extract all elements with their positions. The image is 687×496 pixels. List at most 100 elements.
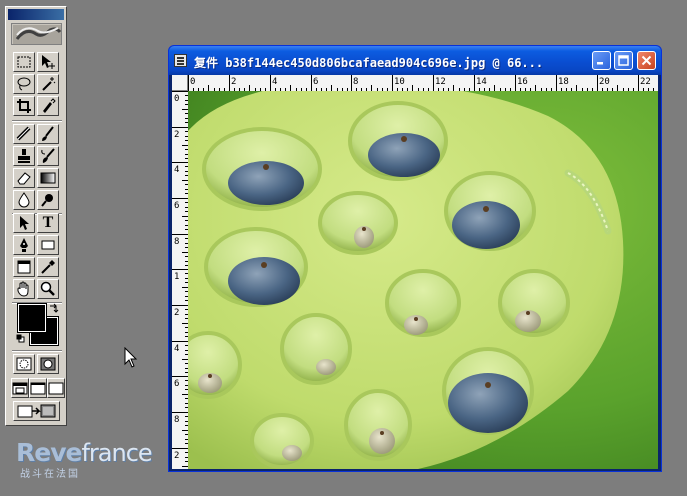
lasso-tool[interactable] bbox=[13, 74, 35, 94]
eyedropper-slice-tool[interactable] bbox=[37, 96, 59, 116]
ruler-top-label: 12 bbox=[435, 77, 446, 87]
minimize-button[interactable] bbox=[592, 51, 611, 70]
default-colors-icon[interactable] bbox=[16, 334, 25, 343]
standard-mode-button[interactable] bbox=[13, 354, 35, 374]
brush-icon bbox=[42, 126, 54, 141]
ruler-left-label: 8 bbox=[174, 237, 179, 247]
document-window: 复件 b38f144ec450d806bcafaead904c696e.jpg … bbox=[168, 45, 662, 472]
vertical-ruler[interactable]: 0 2 4 6 8 1 2 4 6 8 2 bbox=[172, 91, 189, 469]
ruler-left-label: 2 bbox=[174, 451, 179, 461]
full-screen-icon bbox=[48, 382, 64, 395]
ruler-left-label: 6 bbox=[174, 201, 179, 211]
toolbox-panel: T bbox=[5, 6, 67, 426]
move-icon bbox=[42, 55, 55, 69]
imageready-icon bbox=[17, 404, 55, 418]
document-icon[interactable] bbox=[174, 54, 187, 67]
ruler-left-label: 8 bbox=[174, 415, 179, 425]
crop-tool[interactable] bbox=[13, 96, 35, 116]
eraser-icon bbox=[17, 172, 31, 185]
ruler-origin[interactable] bbox=[172, 75, 188, 91]
stamp-icon bbox=[18, 149, 30, 163]
mouse-cursor bbox=[124, 347, 138, 368]
standard-screen-icon bbox=[12, 382, 28, 395]
watermark-brand: Revefrance bbox=[16, 438, 153, 467]
pen-tool[interactable] bbox=[13, 235, 35, 255]
brush-tool[interactable] bbox=[37, 124, 59, 144]
document-titlebar[interactable]: 复件 b38f144ec450d806bcafaead904c696e.jpg … bbox=[169, 46, 661, 75]
magic-wand-icon bbox=[42, 77, 56, 91]
healing-brush-tool[interactable] bbox=[13, 124, 35, 144]
eraser-tool[interactable] bbox=[13, 168, 35, 188]
foreground-color-swatch[interactable] bbox=[17, 303, 47, 333]
clone-stamp-tool[interactable] bbox=[13, 146, 35, 166]
ruler-left-label: 2 bbox=[174, 308, 179, 318]
blur-tool[interactable] bbox=[13, 190, 35, 210]
magic-wand-tool[interactable] bbox=[37, 74, 59, 94]
marquee-tool[interactable] bbox=[13, 52, 35, 72]
ruler-left-label: 0 bbox=[174, 94, 179, 104]
canvas-area: 0 2 4 6 8 10 12 14 16 18 20 22 02468124682 bbox=[172, 75, 658, 469]
path-select-tool[interactable] bbox=[13, 213, 35, 233]
zoom-tool[interactable] bbox=[37, 279, 59, 299]
full-screen-button[interactable] bbox=[47, 378, 65, 398]
ruler-top-label: 20 bbox=[599, 77, 610, 87]
lotus-seed-pod-photo[interactable] bbox=[188, 91, 658, 469]
gradient-icon bbox=[40, 172, 56, 184]
standard-screen-button[interactable] bbox=[11, 378, 29, 398]
jump-to-imageready-button[interactable] bbox=[13, 401, 60, 421]
rectangle-icon bbox=[41, 240, 55, 250]
bandage-icon bbox=[16, 126, 31, 141]
drop-icon bbox=[18, 192, 30, 208]
marquee-icon bbox=[17, 56, 31, 68]
ruler-top-label: 2 bbox=[231, 77, 236, 87]
lasso-icon bbox=[17, 77, 31, 91]
close-icon bbox=[641, 55, 652, 66]
ruler-top-label: 6 bbox=[313, 77, 318, 87]
gradient-tool[interactable] bbox=[37, 168, 59, 188]
ruler-top-label: 4 bbox=[272, 77, 277, 87]
history-brush-icon bbox=[41, 148, 55, 163]
shape-tool[interactable] bbox=[37, 235, 59, 255]
type-tool[interactable]: T bbox=[37, 213, 59, 233]
close-button[interactable] bbox=[637, 51, 656, 70]
eyedropper-tool[interactable] bbox=[37, 257, 59, 277]
notes-icon bbox=[17, 260, 31, 274]
full-screen-menu-icon bbox=[30, 382, 46, 395]
ruler-top-label: 0 bbox=[190, 77, 195, 87]
history-brush-tool[interactable] bbox=[37, 146, 59, 166]
ruler-top-label: 18 bbox=[558, 77, 569, 87]
move-tool[interactable] bbox=[37, 52, 59, 72]
swap-colors-icon[interactable] bbox=[49, 303, 59, 313]
notes-tool[interactable] bbox=[13, 257, 35, 277]
dodge-tool[interactable] bbox=[37, 190, 59, 210]
app-logo[interactable] bbox=[11, 23, 62, 45]
maximize-button[interactable] bbox=[614, 51, 633, 70]
watermark: Revefrance 战斗在法国 bbox=[16, 438, 156, 480]
ruler-left-label: 6 bbox=[174, 379, 179, 389]
quick-mask-button[interactable] bbox=[37, 354, 59, 374]
eyedropper-icon bbox=[41, 260, 55, 274]
pen-icon bbox=[20, 238, 28, 252]
ruler-left-label: 4 bbox=[174, 165, 179, 175]
crop-icon bbox=[17, 99, 31, 113]
dodge-icon bbox=[41, 194, 53, 207]
type-icon: T bbox=[42, 214, 54, 231]
ruler-left-label: 4 bbox=[174, 344, 179, 354]
ruler-top-label: 16 bbox=[517, 77, 528, 87]
watermark-subtitle: 战斗在法国 bbox=[20, 469, 80, 480]
hand-tool[interactable] bbox=[13, 279, 35, 299]
slice-icon bbox=[43, 98, 56, 113]
document-title: 复件 b38f144ec450d806bcafaead904c696e.jpg … bbox=[194, 56, 544, 70]
ruler-left-label: 2 bbox=[174, 130, 179, 140]
zoom-icon bbox=[40, 281, 55, 296]
quick-mask-icon bbox=[40, 357, 56, 371]
arrow-icon bbox=[20, 216, 29, 230]
minimize-icon bbox=[597, 62, 603, 65]
horizontal-ruler[interactable]: 0 2 4 6 8 10 12 14 16 18 20 22 bbox=[188, 75, 658, 92]
ruler-left-label: 1 bbox=[174, 272, 179, 282]
toolbox-titlebar[interactable] bbox=[8, 9, 64, 20]
ruler-top-label: 14 bbox=[476, 77, 487, 87]
hand-icon bbox=[17, 281, 29, 297]
maximize-icon bbox=[618, 55, 629, 66]
full-screen-menu-button[interactable] bbox=[29, 378, 47, 398]
